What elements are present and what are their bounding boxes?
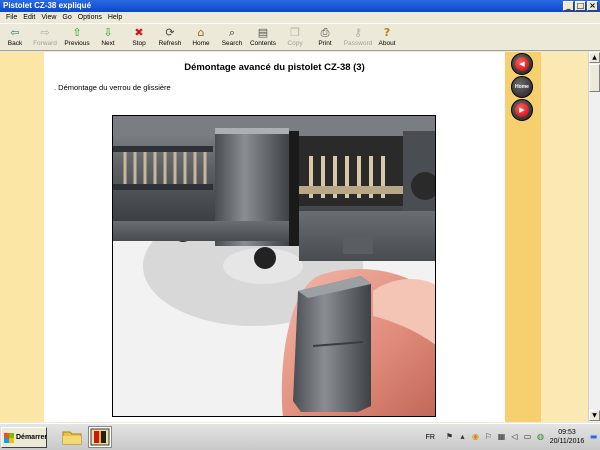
previous-page-icon: ◀: [515, 57, 529, 71]
vertical-scrollbar[interactable]: ▲ ▼: [588, 52, 600, 422]
menu-edit[interactable]: Edit: [20, 12, 38, 23]
refresh-icon: ⟳: [165, 26, 175, 39]
show-desktop-icon[interactable]: ▬: [589, 432, 599, 442]
windows-logo-icon: [4, 432, 14, 443]
start-button[interactable]: Démarrer: [1, 427, 47, 448]
password-button-label: Password: [343, 40, 373, 47]
menu-help[interactable]: Help: [105, 12, 125, 23]
taskbar: Démarrer FR ⚑ ▴ ◉ ⚐ ▦ ◁ ▭ ◍ 09:53 20/11/…: [0, 423, 600, 450]
security-icon[interactable]: ◍: [536, 432, 546, 442]
print-button[interactable]: ⎙ Print: [310, 26, 340, 48]
system-tray: FR ⚑ ▴ ◉ ⚐ ▦ ◁ ▭ ◍ 09:53 20/11/2016 ▬: [426, 426, 600, 448]
app-book-icon: [90, 428, 110, 446]
scroll-up-icon[interactable]: ▲: [589, 52, 600, 63]
taskbar-cz38-app[interactable]: [88, 426, 112, 448]
show-hidden-icon[interactable]: ▴: [458, 432, 468, 442]
next-page-icon: ▶: [515, 103, 529, 117]
home-page-label: Home: [515, 84, 529, 90]
page-title: Démontage avancé du pistolet CZ-38 (3): [184, 62, 365, 73]
password-key-icon: ⚷: [353, 26, 363, 39]
display-icon[interactable]: ▭: [523, 432, 533, 442]
password-button[interactable]: ⚷ Password: [341, 26, 375, 48]
about-icon: ?: [383, 26, 391, 39]
copy-icon: ❐: [290, 26, 300, 39]
start-label: Démarrer: [16, 434, 48, 441]
window-titlebar[interactable]: Pistolet CZ-38 expliqué _ □ ×: [0, 0, 600, 12]
toolbar: ⇦ Back ⇨ Forward ⇧ Previous ⇩ Next ✖ Stop ⟳ Re…: [0, 23, 600, 51]
forward-button-label: Forward: [33, 40, 57, 47]
minimize-button[interactable]: _: [563, 1, 574, 11]
home-page-button[interactable]: Home: [511, 76, 533, 98]
menu-go[interactable]: Go: [59, 12, 74, 23]
refresh-button-label: Refresh: [158, 40, 182, 47]
scroll-down-icon[interactable]: ▼: [589, 410, 600, 421]
refresh-button[interactable]: ⟳ Refresh: [155, 26, 185, 48]
contents-button[interactable]: ▤ Contents: [248, 26, 278, 48]
taskbar-explorer[interactable]: [60, 426, 84, 448]
search-button[interactable]: ⌕ Search: [217, 26, 247, 48]
avast-icon[interactable]: ◉: [471, 432, 481, 442]
stop-button-label: Stop: [132, 40, 146, 47]
scroll-thumb[interactable]: [589, 64, 600, 92]
page-subtitle: . Démontage du verrou de glissière: [54, 83, 171, 92]
forward-button[interactable]: ⇨ Forward: [30, 26, 60, 48]
content-area: Démontage avancé du pistolet CZ-38 (3) .…: [0, 52, 588, 422]
previous-arrow-icon: ⇧: [72, 26, 82, 39]
next-page-button[interactable]: ▶: [511, 99, 533, 121]
menu-view[interactable]: View: [38, 12, 59, 23]
copy-button[interactable]: ❐ Copy: [280, 26, 310, 48]
home-button-label: Home: [192, 40, 210, 47]
pistol-photo-drawing: [113, 116, 435, 416]
flag-icon[interactable]: ⚑: [445, 432, 455, 442]
menu-options[interactable]: Options: [75, 12, 105, 23]
page-body: Démontage avancé du pistolet CZ-38 (3) .…: [44, 52, 505, 422]
search-button-label: Search: [221, 40, 243, 47]
pistol-photo: [112, 115, 436, 417]
menu-bar: File Edit View Go Options Help: [0, 12, 600, 23]
home-icon: ⌂: [197, 26, 205, 39]
about-button-label: About: [378, 40, 396, 47]
network-icon[interactable]: ▦: [497, 432, 507, 442]
window-controls: _ □ ×: [563, 1, 598, 11]
volume-icon[interactable]: ◁: [510, 432, 520, 442]
about-button[interactable]: ? About: [372, 26, 402, 48]
back-button[interactable]: ⇦ Back: [0, 26, 30, 48]
search-icon: ⌕: [228, 26, 236, 39]
menu-file[interactable]: File: [3, 12, 20, 23]
next-button-label: Next: [101, 40, 115, 47]
next-button[interactable]: ⇩ Next: [93, 26, 123, 48]
previous-button-label: Previous: [64, 40, 90, 47]
stop-button[interactable]: ✖ Stop: [124, 26, 154, 48]
close-button[interactable]: ×: [587, 1, 598, 11]
window-title: Pistolet CZ-38 expliqué: [3, 1, 92, 10]
right-margin: [541, 52, 588, 422]
previous-page-button[interactable]: ◀: [511, 53, 533, 75]
notification-icon[interactable]: ⚐: [484, 432, 494, 442]
contents-button-label: Contents: [249, 40, 277, 47]
language-indicator[interactable]: FR: [426, 434, 435, 441]
left-band: [0, 52, 44, 422]
print-icon: ⎙: [320, 26, 330, 39]
back-arrow-icon: ⇦: [10, 26, 20, 39]
clock[interactable]: 09:53 20/11/2016: [547, 428, 587, 446]
folder-icon: [62, 431, 82, 445]
clock-date: 20/11/2016: [549, 438, 585, 445]
navigation-band: ◀ Home ▶: [505, 52, 541, 422]
print-button-label: Print: [318, 40, 332, 47]
maximize-button[interactable]: □: [575, 1, 586, 11]
home-button[interactable]: ⌂ Home: [186, 26, 216, 48]
copy-button-label: Copy: [287, 40, 303, 47]
next-arrow-icon: ⇩: [103, 26, 113, 39]
stop-icon: ✖: [134, 26, 144, 39]
forward-arrow-icon: ⇨: [40, 26, 50, 39]
previous-button[interactable]: ⇧ Previous: [62, 26, 92, 48]
back-button-label: Back: [7, 40, 23, 47]
contents-icon: ▤: [257, 26, 269, 39]
clock-time: 09:53: [558, 429, 576, 436]
